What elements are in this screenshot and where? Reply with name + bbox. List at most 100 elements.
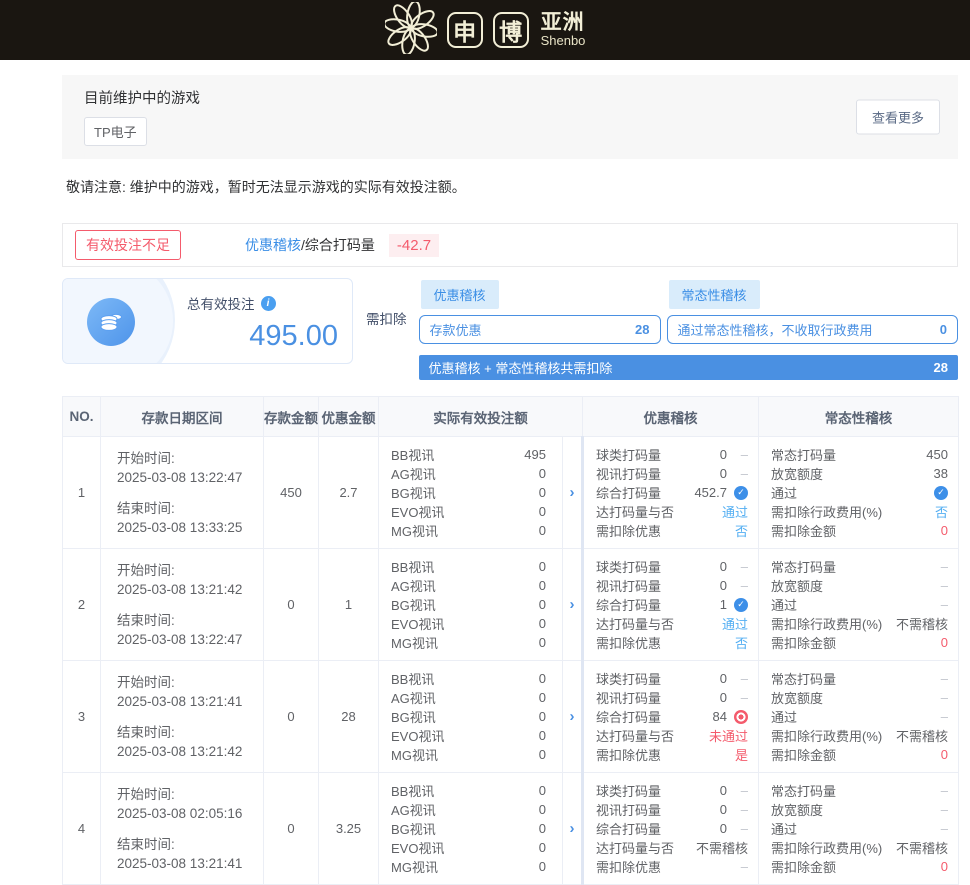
expand-row-cell[interactable]: ›: [563, 661, 583, 773]
table-row: 1 开始时间: 2025-03-08 13:22:47 结束时间: 2025-0…: [63, 437, 959, 549]
expand-row-cell[interactable]: ›: [563, 437, 583, 549]
audit-item-label: 需扣除行政费用(%): [771, 838, 882, 857]
bonus-amount-cell: 1: [319, 549, 379, 661]
audit-item-value: 通过: [722, 614, 748, 633]
deposit-audit-table: NO. 存款日期区间 存款金额 优惠金额 实际有效投注额 优惠稽核 常态性稽核 …: [62, 396, 959, 885]
bet-line: EVO视讯0: [391, 726, 546, 745]
audit-item-label: 视讯打码量: [596, 576, 661, 595]
audit-line: 常态打码量450: [771, 445, 948, 464]
audit-item-label: 球类打码量: [596, 781, 661, 800]
effective-bets-cell: BB视讯495AG视讯0BG视讯0EVO视讯0MG视讯0: [379, 437, 563, 549]
effective-bets-cell: BB视讯0AG视讯0BG视讯0EVO视讯0MG视讯0: [379, 661, 563, 773]
deposit-date-range-cell: 开始时间: 2025-03-08 02:05:16 结束时间: 2025-03-…: [101, 773, 264, 885]
start-time-label: 开始时间:: [117, 449, 259, 468]
bet-line: BG视讯0: [391, 707, 546, 726]
expand-row-cell[interactable]: ›: [563, 549, 583, 661]
audit-item-value: 0: [941, 859, 948, 874]
audit-item-label: 综合打码量: [596, 483, 661, 502]
bet-amount-value: 0: [539, 802, 546, 817]
table-row: 2 开始时间: 2025-03-08 13:21:42 结束时间: 2025-0…: [63, 549, 959, 661]
audit-item-label: 放宽额度: [771, 576, 823, 595]
audit-item-value: 38: [934, 466, 948, 481]
audit-item-value: –: [941, 690, 948, 705]
chevron-right-icon[interactable]: ›: [570, 708, 575, 725]
bet-amount-value: 0: [539, 466, 546, 481]
promo-audit-link[interactable]: 优惠稽核: [245, 235, 301, 255]
bet-amount-value: 0: [539, 690, 546, 705]
bet-line: MG视讯0: [391, 745, 546, 764]
bet-game-label: MG视讯: [391, 857, 438, 876]
bet-line: BB视讯0: [391, 557, 546, 576]
audit-item-value: –: [941, 578, 948, 593]
audit-line: 球类打码量0–: [596, 445, 748, 464]
bet-line: MG视讯0: [391, 633, 546, 652]
audit-item-label: 达打码量与否: [596, 838, 674, 857]
start-time-value: 2025-03-08 13:22:47: [117, 468, 259, 487]
audit-item-value: 0: [720, 559, 727, 574]
bet-game-label: BG视讯: [391, 707, 436, 726]
audit-item-label: 达打码量与否: [596, 502, 674, 521]
dash-icon: –: [741, 466, 748, 481]
info-icon[interactable]: i: [261, 296, 276, 311]
audit-item-value: 0: [720, 466, 727, 481]
flower-logo-icon: [385, 2, 437, 59]
audit-item-value: –: [941, 559, 948, 574]
summary-section: 总有效投注 i 495.00 需扣除 优惠稽核 存款优惠 28 常态性稽核 通过: [62, 278, 958, 380]
bet-game-label: AG视讯: [391, 576, 436, 595]
audit-line: 需扣除行政费用(%)不需稽核: [771, 614, 948, 633]
audit-item-value: 0: [720, 783, 727, 798]
audit-item-value: 是: [735, 745, 748, 764]
bet-amount-value: 0: [539, 578, 546, 593]
expand-row-cell[interactable]: ›: [563, 773, 583, 885]
chevron-right-icon[interactable]: ›: [570, 484, 575, 501]
audit-line: 通过✓: [771, 483, 948, 502]
audit-item-label: 需扣除金额: [771, 857, 836, 876]
audit-line: 视讯打码量0–: [596, 576, 748, 595]
audit-line: 需扣除优惠否: [596, 633, 748, 652]
audit-line: 球类打码量0–: [596, 669, 748, 688]
bet-amount-value: 0: [539, 616, 546, 631]
audit-item-value: 不需稽核: [896, 614, 948, 633]
audit-line: 放宽额度38: [771, 464, 948, 483]
status-slot: –: [732, 821, 748, 836]
end-time-label: 结束时间:: [117, 611, 259, 630]
logo-region-text: 亚洲: [541, 12, 586, 34]
bet-line: AG视讯0: [391, 464, 546, 483]
chevron-right-icon[interactable]: ›: [570, 820, 575, 837]
audit-item-label: 通过: [771, 707, 797, 726]
chevron-right-icon[interactable]: ›: [570, 596, 575, 613]
bet-line: MG视讯0: [391, 521, 546, 540]
bet-game-label: MG视讯: [391, 745, 438, 764]
total-deduct-bar-value: 28: [934, 360, 948, 375]
view-more-button[interactable]: 查看更多: [856, 100, 940, 135]
pass-check-icon: ✓: [734, 598, 748, 612]
bonus-amount-cell: 2.7: [319, 437, 379, 549]
bet-game-label: BG视讯: [391, 595, 436, 614]
audit-table-body: 1 开始时间: 2025-03-08 13:22:47 结束时间: 2025-0…: [63, 437, 959, 885]
bet-game-label: BB视讯: [391, 557, 434, 576]
dash-icon: –: [741, 821, 748, 836]
audit-item-label: 达打码量与否: [596, 614, 674, 633]
bet-amount-value: 0: [539, 504, 546, 519]
audit-item-value: 0: [941, 523, 948, 538]
dash-icon: –: [741, 783, 748, 798]
promo-audit-cell: 球类打码量0–视讯打码量0–综合打码量1✓达打码量与否通过需扣除优惠否: [583, 549, 759, 661]
status-slot: –: [732, 783, 748, 798]
status-slot: –: [732, 559, 748, 574]
audit-line: 需扣除金额0: [771, 521, 948, 540]
deposit-amount-cell: 450: [264, 437, 319, 549]
audit-item-label: 需扣除行政费用(%): [771, 726, 882, 745]
routine-audit-cell: 常态打码量450放宽额度38通过✓需扣除行政费用(%)否需扣除金额0: [759, 437, 959, 549]
bet-amount-value: 0: [539, 671, 546, 686]
routine-deduct-box-label: 通过常态性稽核，不收取行政费用: [678, 320, 873, 339]
audit-line: 放宽额度 –: [771, 576, 948, 595]
top-header-bar: 申 博 亚洲 Shenbo: [0, 0, 970, 60]
effective-bets-cell: BB视讯0AG视讯0BG视讯0EVO视讯0MG视讯0: [379, 773, 563, 885]
audit-line: 达打码量与否不需稽核: [596, 838, 748, 857]
deposit-amount-cell: 0: [264, 773, 319, 885]
audit-line: 放宽额度–: [771, 800, 948, 819]
routine-audit-cell: 常态打码量–放宽额度–通过–需扣除行政费用(%)不需稽核需扣除金额0: [759, 549, 959, 661]
bet-amount-value: 0: [539, 821, 546, 836]
audit-item-label: 常态打码量: [771, 669, 836, 688]
routine-audit-cell: 常态打码量–放宽额度–通过–需扣除行政费用(%)不需稽核需扣除金额0: [759, 661, 959, 773]
